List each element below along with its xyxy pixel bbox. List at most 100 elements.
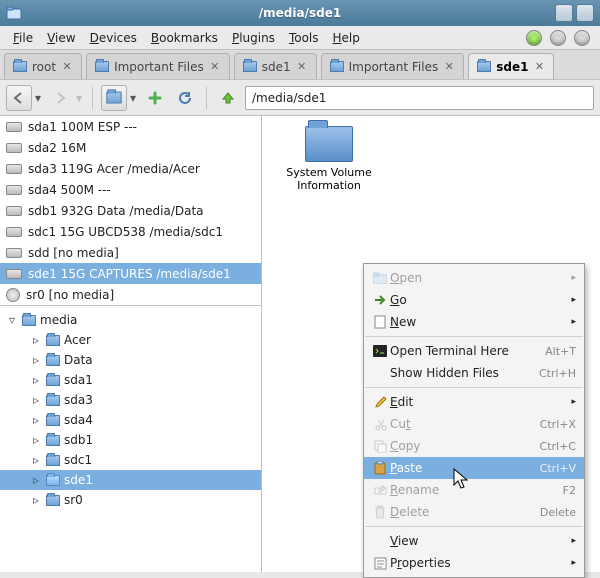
separator [92,87,93,109]
status-led-off-2 [574,30,590,46]
tree-row[interactable]: ▹Data [0,350,261,370]
folder-icon [46,375,60,386]
drive-icon [6,206,22,216]
device-row[interactable]: sda1 100M ESP --- [0,116,261,137]
address-bar[interactable]: /media/sde1 [245,86,594,110]
back-dropdown[interactable]: ▾ [33,91,43,105]
expand-icon[interactable]: ▹ [30,493,42,507]
drive-icon [6,122,22,132]
folder-icon [46,495,60,506]
file-item[interactable]: System Volume Information [274,126,384,192]
tree-row[interactable]: ▹sda3 [0,390,261,410]
menu-file[interactable]: File [6,28,40,48]
tree-row[interactable]: ▹Acer [0,330,261,350]
window-minimize-button[interactable] [555,4,573,22]
ctx-rename: RenameF2 [364,479,584,501]
folder-icon [46,415,60,426]
forward-dropdown[interactable]: ▾ [74,91,84,105]
separator [365,526,583,527]
status-led-off-1 [550,30,566,46]
tab-close-icon[interactable]: ✕ [296,61,308,73]
device-row[interactable]: sdb1 932G Data /media/Data [0,200,261,221]
separator [206,87,207,109]
menu-help[interactable]: Help [326,28,367,48]
tab-important-files-1[interactable]: Important Files ✕ [86,53,230,79]
folder-icon [46,455,60,466]
status-led-green [526,30,542,46]
up-button[interactable] [215,85,241,111]
device-row[interactable]: sda4 500M --- [0,179,261,200]
expand-icon[interactable]: ▹ [30,353,42,367]
tree-row[interactable]: ▹sdb1 [0,430,261,450]
tree-row[interactable]: ▹sde1 [0,470,261,490]
ctx-copy: CopyCtrl+C [364,435,584,457]
folder-icon [330,61,344,72]
window-maximize-button[interactable] [576,4,594,22]
home-dropdown[interactable]: ▾ [128,91,138,105]
tree-row[interactable]: ▹sda4 [0,410,261,430]
expand-icon[interactable]: ▹ [30,393,42,407]
tab-close-icon[interactable]: ✕ [533,61,545,73]
back-button[interactable] [6,85,32,111]
ctx-paste[interactable]: PasteCtrl+V [364,457,584,479]
expand-icon[interactable]: ▹ [30,473,42,487]
expand-icon[interactable]: ▹ [30,453,42,467]
expand-icon[interactable]: ▹ [30,373,42,387]
device-label: sda1 100M ESP --- [28,120,137,134]
tab-label: Important Files [114,60,204,74]
document-icon [370,315,390,329]
device-row[interactable]: sda3 119G Acer /media/Acer [0,158,261,179]
menu-view[interactable]: View [40,28,82,48]
tab-sde1-2[interactable]: sde1 ✕ [468,53,554,79]
tree-row[interactable]: ▹ sda1 [0,370,261,390]
device-label: sdd [no media] [28,246,119,260]
expand-icon[interactable]: ▹ [30,333,42,347]
ctx-properties[interactable]: Properties▸ [364,552,584,574]
tab-sde1-1[interactable]: sde1✕ [234,53,317,79]
tree-row[interactable]: ▿ media [0,310,261,330]
tree-row[interactable]: ▹sr0 [0,490,261,510]
folder-icon [46,335,60,346]
ctx-view[interactable]: View▸ [364,530,584,552]
add-button[interactable] [142,85,168,111]
separator [365,336,583,337]
device-row[interactable]: sdd [no media] [0,242,261,263]
expand-icon[interactable]: ▹ [30,413,42,427]
menu-devices[interactable]: Devices [83,28,144,48]
collapse-icon[interactable]: ▿ [6,313,18,327]
device-row[interactable]: sde1 15G CAPTURES /media/sde1 [0,263,261,284]
forward-button[interactable] [47,85,73,111]
refresh-button[interactable] [172,85,198,111]
scissors-icon [370,418,390,431]
device-row[interactable]: sda2 16M [0,137,261,158]
device-label: sda3 119G Acer /media/Acer [28,162,200,176]
disc-icon [6,288,20,302]
ctx-new[interactable]: New▸ [364,311,584,333]
tree-label: sda1 [64,373,93,387]
device-label: sda2 16M [28,141,86,155]
tab-close-icon[interactable]: ✕ [443,61,455,73]
ctx-show-hidden[interactable]: Show Hidden FilesCtrl+H [364,362,584,384]
menu-bookmarks[interactable]: Bookmarks [144,28,225,48]
ctx-edit[interactable]: Edit▸ [364,391,584,413]
tree-label: media [40,313,77,327]
ctx-open-terminal[interactable]: Open Terminal HereAlt+T [364,340,584,362]
menu-tools[interactable]: Tools [282,28,326,48]
ctx-go[interactable]: Go▸ [364,289,584,311]
device-row[interactable]: sdc1 15G UBCD538 /media/sdc1 [0,221,261,242]
tree-row[interactable]: ▹sdc1 [0,450,261,470]
tabbar: root✕ Important Files✕ sde1✕ Important F… [0,50,600,80]
tab-close-icon[interactable]: ✕ [61,61,73,73]
expand-icon[interactable]: ▹ [30,433,42,447]
device-row[interactable]: sr0 [no media] [0,284,261,305]
tab-label: sde1 [496,60,528,74]
drive-icon [6,227,22,237]
folder-icon [46,435,60,446]
folder-tree: ▿ media ▹Acer ▹Data ▹ sda1 ▹sda3 ▹sda4 ▹sd… [0,306,261,572]
tab-close-icon[interactable]: ✕ [209,61,221,73]
drive-icon [6,248,22,258]
tab-important-files-2[interactable]: Important Files✕ [321,53,465,79]
home-button[interactable] [101,85,127,111]
tab-root[interactable]: root✕ [4,53,82,79]
menu-plugins[interactable]: Plugins [225,28,282,48]
